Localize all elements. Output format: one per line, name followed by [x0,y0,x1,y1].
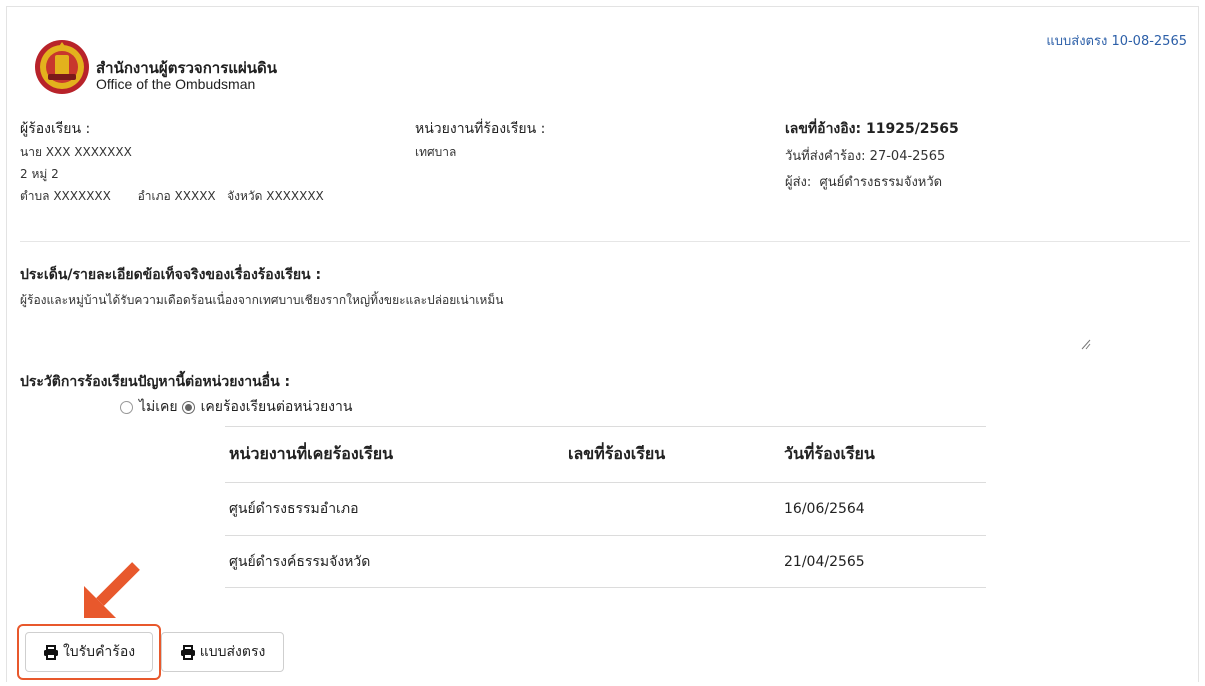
table-header-row: หน่วยงานที่เคยร้องเรียน เลขที่ร้องเรียน … [225,426,986,482]
radio-ever[interactable] [181,400,195,414]
annotation-arrow-icon [84,562,140,618]
sender: ผู้ส่ง: ศูนย์ดำรงธรรมจังหวัด [785,175,943,190]
table-row: ศูนย์ดำรงธรรมอำเภอ 16/06/2564 [225,482,986,535]
print-direct-form-button[interactable]: แบบส่งตรง [161,632,284,672]
form-type-date: แบบส่งตรง 10-08-2565 [1046,34,1187,49]
table-cell-date: 16/06/2564 [784,501,865,517]
history-radio-group: ไม่เคย เคยร้องเรียนต่อหน่วยงาน [120,396,352,418]
print-direct-form-label: แบบส่งตรง [199,644,266,660]
details-text: ผู้ร้องและหมู่บ้านได้รับความเดือดร้อนเนื… [20,293,504,307]
print-receipt-button[interactable]: ใบรับคำร้อง [25,632,153,672]
textarea-resize-handle-icon[interactable] [1080,337,1092,351]
table-row: ศูนย์ดำรงค์ธรรมจังหวัด 21/04/2565 [225,535,986,588]
printer-icon [43,644,58,660]
column-header: วันที่ร้องเรียน [784,444,875,463]
printer-icon [180,644,195,660]
details-label: ประเด็น/รายละเอียดข้อเท็จจริงของเรื่องร้… [20,267,322,283]
reference-number: เลขที่อ้างอิง: 11925/2565 [785,121,959,137]
table-cell-date: 21/04/2565 [784,553,865,570]
agency-label: หน่วยงานที่ร้องเรียน : [415,121,546,137]
complainant-locality: ตำบล XXXXXXX อำเภอ XXXXX จังหวัด XXXXXXX [20,189,324,203]
complainant-name: นาย XXX XXXXXXX [20,145,132,159]
column-header: หน่วยงานที่เคยร้องเรียน [229,444,394,463]
ombudsman-logo [35,40,89,94]
history-label: ประวัติการร้องเรียนปัญหานี้ต่อหน่วยงานอื… [20,374,291,390]
complainant-label: ผู้ร้องเรียน : [20,121,91,137]
table-cell-agency: ศูนย์ดำรงธรรมอำเภอ [229,501,359,517]
column-header: เลขที่ร้องเรียน [568,444,666,463]
complainant-address: 2 หมู่ 2 [20,167,59,181]
sent-date: วันที่ส่งคำร้อง: 27-04-2565 [785,149,946,164]
radio-ever-label: เคยร้องเรียนต่อหน่วยงาน [200,399,353,415]
section-divider [20,241,1190,242]
radio-never[interactable] [120,400,133,414]
table-cell-agency: ศูนย์ดำรงค์ธรรมจังหวัด [229,553,371,570]
history-table: หน่วยงานที่เคยร้องเรียน เลขที่ร้องเรียน … [225,426,986,588]
radio-never-label: ไม่เคย [139,399,178,415]
agency-value: เทศบาล [415,145,457,159]
print-receipt-label: ใบรับคำร้อง [62,644,136,660]
org-name-english: Office of the Ombudsman [96,76,256,92]
